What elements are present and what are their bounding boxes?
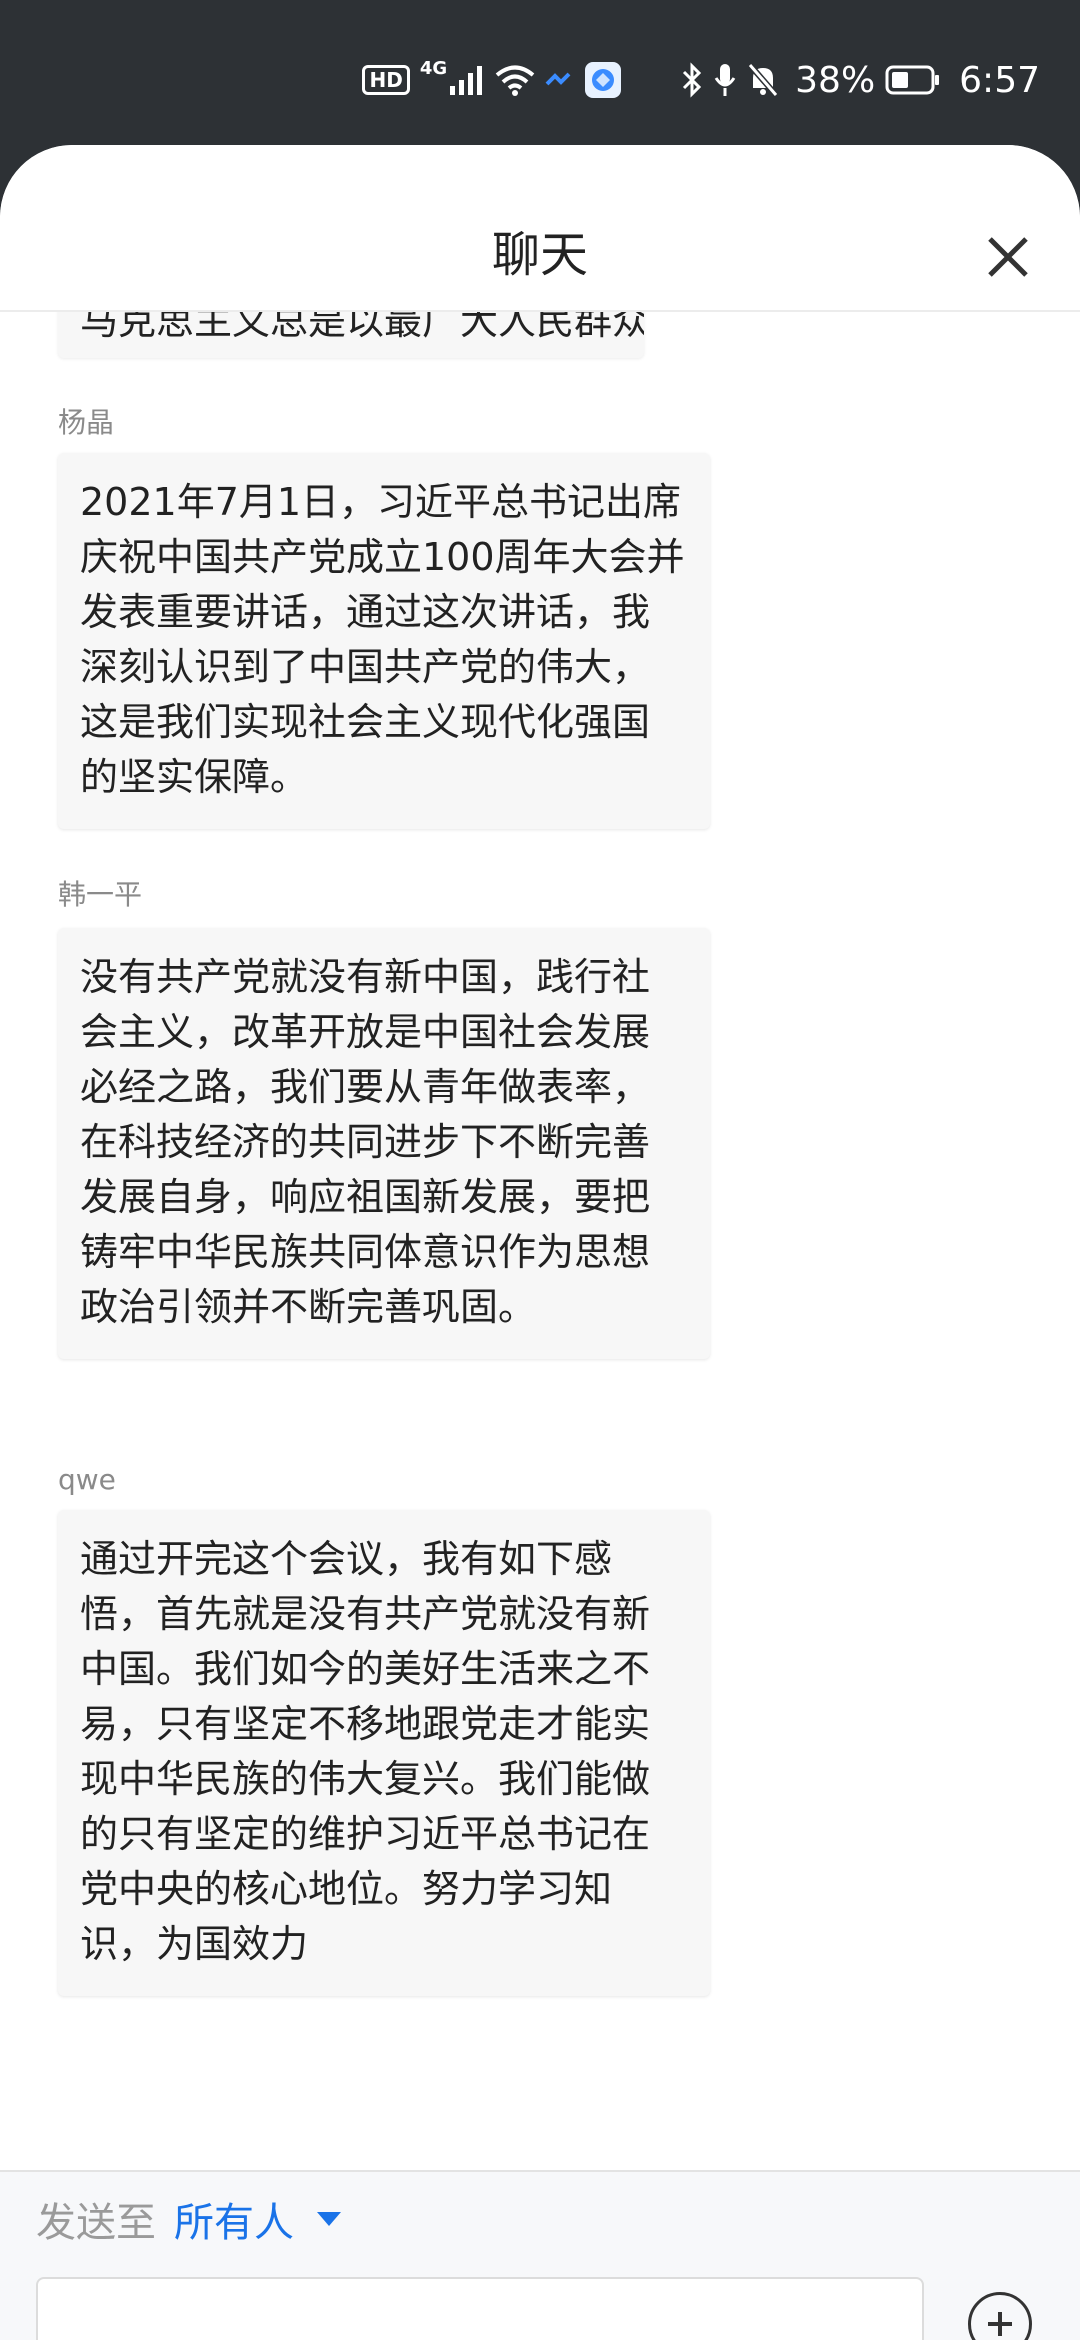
recipient-selector[interactable]: 所有人 [174,2190,342,2248]
plus-circle-icon [988,2312,1012,2336]
mute-bell-icon [747,62,779,98]
caret-down-icon [317,2212,341,2226]
sync-icon [545,70,575,90]
message-list[interactable]: 马克思主义总是以最广大人民群众利益为出发点和落脚点，不断推进党的伟大事业向前发展… [0,310,1080,2170]
add-button[interactable] [968,2292,1032,2340]
sender-name: 杨晶 [58,406,115,439]
message-text: 马克思主义总是以最广大人民群众利益为出发点和落脚点，不断推进党的伟大事业向前发展 [80,310,644,343]
chat-header: 聊天 [0,145,1080,312]
battery-icon [885,64,941,96]
status-bar: HD 4G 38% 6:57 [0,0,1080,140]
wifi-icon [495,64,535,96]
app-notification-icon [585,62,622,98]
network-type: 4G [419,58,448,79]
message-bubble: 通过开完这个会议，我有如下感悟，首先就是没有共产党就没有新中国。我们如今的美好生… [58,1510,710,1996]
battery-percent: 38% [795,59,876,101]
signal-icon [449,64,485,96]
sender-name: qwe [58,1463,116,1496]
close-icon [988,237,1028,277]
chat-sheet: 聊天 马克思主义总是以最广大人民群众利益为出发点和落脚点，不断推进党的伟大事业向… [0,145,1080,2340]
message-composer: 发送至 所有人 [0,2170,1080,2340]
send-to-row: 发送至 所有人 [36,2184,342,2254]
close-button[interactable] [976,225,1040,289]
message-bubble: 没有共产党就没有新中国，践行社会主义，改革开放是中国社会发展必经之路，我们要从青… [58,928,710,1359]
hd-badge: HD [362,65,410,95]
status-icons: HD 4G 38% 6:57 [362,52,1040,108]
recipient-label: 所有人 [174,2200,294,2246]
microphone-icon [713,62,737,98]
page-title: 聊天 [491,227,588,283]
message-bubble-partial: 马克思主义总是以最广大人民群众利益为出发点和落脚点，不断推进党的伟大事业向前发展 [58,310,644,358]
sender-name: 韩一平 [58,878,143,911]
send-to-label: 发送至 [36,2200,156,2246]
bluetooth-icon [681,62,703,98]
clock: 6:57 [959,59,1040,101]
message-bubble: 2021年7月1日，习近平总书记出席庆祝中国共产党成立100周年大会并发表重要讲… [58,453,710,829]
message-input[interactable] [36,2277,924,2340]
